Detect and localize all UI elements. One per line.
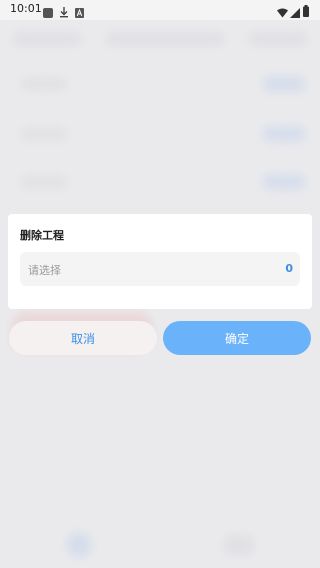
signal-icon xyxy=(290,3,300,22)
status-time: 10:01 xyxy=(10,2,42,15)
battery-icon xyxy=(303,2,309,21)
delete-project-dialog: 删除工程 请选择 0 xyxy=(8,214,312,309)
app-notification-icon xyxy=(43,3,53,22)
status-bar: 10:01 xyxy=(0,0,320,20)
text-a-icon xyxy=(75,3,84,22)
project-select-field[interactable]: 请选择 0 xyxy=(20,252,300,286)
select-placeholder: 请选择 xyxy=(28,264,61,277)
confirm-button[interactable]: 确定 xyxy=(163,321,311,355)
download-icon xyxy=(59,3,69,22)
selected-count: 0 xyxy=(285,262,293,275)
wifi-icon xyxy=(277,3,288,22)
cancel-button[interactable]: 取消 xyxy=(9,321,157,355)
dialog-title: 删除工程 xyxy=(20,229,64,242)
